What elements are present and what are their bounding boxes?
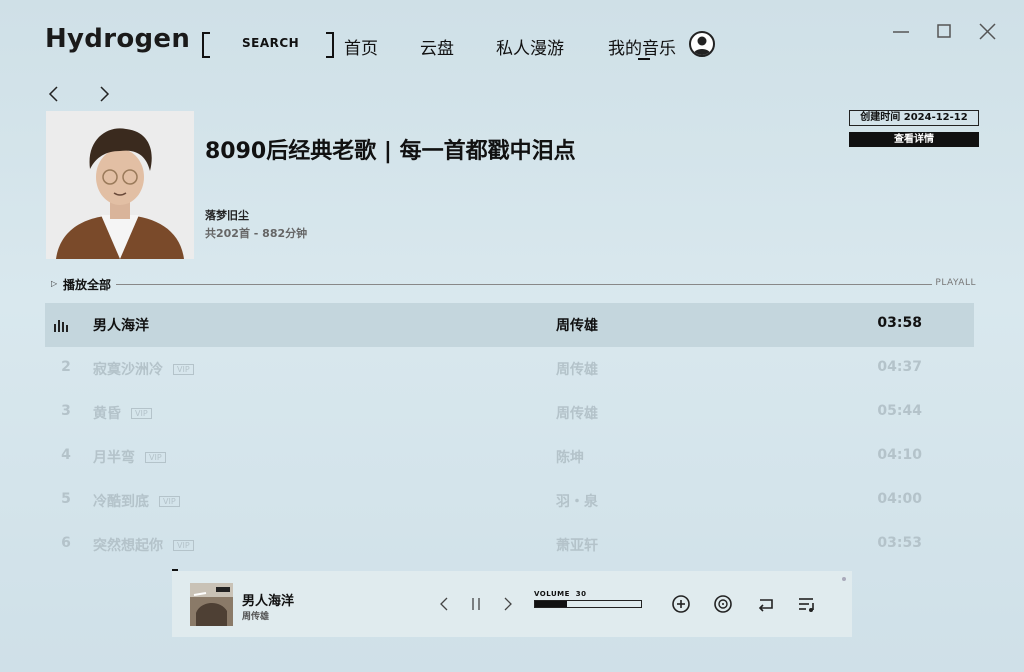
track-title: 月半弯 — [93, 450, 135, 466]
playlist-cover — [46, 111, 194, 259]
chevron-right-icon[interactable] — [94, 82, 114, 106]
progress-marker — [172, 569, 178, 571]
now-playing-artist[interactable]: 周传雄 — [242, 609, 269, 622]
view-details-button[interactable]: 查看详情 — [849, 132, 979, 147]
volume-value: 30 — [575, 590, 587, 598]
vip-badge: VIP — [173, 364, 194, 375]
track-title: 突然想起你 — [93, 538, 163, 554]
play-all-bar[interactable]: ▷ 播放全部 PLAYALL — [46, 276, 976, 292]
track-row[interactable]: 3 黄昏 VIP 周传雄 05:44 — [45, 391, 974, 435]
volume-fill — [535, 601, 567, 607]
divider — [116, 284, 932, 285]
playlist-creator[interactable]: 落梦旧尘 — [205, 207, 249, 223]
search-label: SEARCH — [242, 36, 300, 50]
track-artist[interactable]: 萧亚轩 — [556, 535, 598, 555]
nav-home[interactable]: 首页 — [344, 34, 378, 59]
volume-slider[interactable] — [534, 600, 642, 608]
user-avatar-icon[interactable] — [689, 31, 715, 57]
play-all-label[interactable]: 播放全部 — [63, 276, 111, 293]
search-bracket-right — [326, 32, 334, 58]
volume-label: VOLUME 30 — [534, 590, 587, 598]
playlist-title: 8090后经典老歌 | 每一首都戳中泪点 — [205, 139, 576, 164]
add-icon[interactable] — [670, 593, 692, 615]
equalizer-icon — [54, 320, 68, 332]
track-number: 5 — [61, 491, 71, 507]
nav-my-music[interactable]: 我的音乐 — [608, 34, 676, 60]
pause-icon[interactable] — [467, 595, 485, 613]
vip-badge: VIP — [173, 540, 194, 551]
track-duration: 04:37 — [877, 359, 922, 375]
track-row[interactable]: 2 寂寞沙洲冷 VIP 周传雄 04:37 — [45, 347, 974, 391]
created-date-badge: 创建时间 2024-12-12 — [849, 110, 979, 126]
search-button[interactable]: SEARCH — [202, 32, 334, 58]
playlist-stats: 共202首 - 882分钟 — [205, 227, 308, 240]
track-artist[interactable]: 羽・泉 — [556, 491, 598, 511]
close-icon[interactable] — [976, 20, 1000, 44]
track-duration: 04:10 — [877, 447, 922, 463]
track-artist[interactable]: 周传雄 — [556, 315, 598, 335]
now-playing-title: 男人海洋 — [242, 594, 295, 609]
track-duration: 03:53 — [877, 535, 922, 551]
app-logo: Hydrogen — [45, 24, 191, 54]
nav-roaming[interactable]: 私人漫游 — [496, 34, 564, 59]
track-title: 黄昏 — [93, 406, 121, 422]
player-dot — [842, 577, 846, 581]
previous-icon[interactable] — [435, 595, 453, 613]
track-title: 男人海洋 — [93, 318, 149, 334]
track-title: 寂寞沙洲冷 — [93, 362, 163, 378]
repeat-icon[interactable] — [754, 593, 776, 615]
play-triangle-icon: ▷ — [51, 279, 58, 288]
chevron-left-icon[interactable] — [44, 82, 64, 106]
play-all-en-label: PLAYALL — [935, 278, 976, 288]
track-artist[interactable]: 周传雄 — [556, 359, 598, 379]
track-title: 冷酷到底 — [93, 494, 149, 510]
track-duration: 04:00 — [877, 491, 922, 507]
search-bracket-left — [202, 32, 210, 58]
track-row[interactable]: 5 冷酷到底 VIP 羽・泉 04:00 — [45, 479, 974, 523]
track-row[interactable]: 4 月半弯 VIP 陈坤 04:10 — [45, 435, 974, 479]
disc-icon[interactable] — [712, 593, 734, 615]
vip-badge: VIP — [159, 496, 180, 507]
vip-badge: VIP — [131, 408, 152, 419]
track-duration: 05:44 — [877, 403, 922, 419]
track-number: 4 — [61, 447, 71, 463]
track-number: 3 — [61, 403, 71, 419]
next-icon[interactable] — [499, 595, 517, 613]
player-bar: 男人海洋 周传雄 VOLUME 30 — [172, 569, 852, 637]
vip-badge: VIP — [145, 452, 166, 463]
track-row[interactable]: 6 突然想起你 VIP 萧亚轩 03:53 — [45, 523, 974, 567]
minimize-icon[interactable] — [890, 20, 914, 44]
track-artist[interactable]: 周传雄 — [556, 403, 598, 423]
track-row-current[interactable]: 男人海洋 周传雄 03:58 — [45, 303, 974, 347]
track-duration: 03:58 — [877, 315, 922, 331]
track-number: 6 — [61, 535, 71, 551]
track-number: 2 — [61, 359, 71, 375]
nav-cloud[interactable]: 云盘 — [420, 34, 454, 59]
maximize-icon[interactable] — [934, 20, 958, 44]
playlist-icon[interactable] — [796, 593, 818, 615]
track-artist[interactable]: 陈坤 — [556, 447, 584, 467]
now-playing-cover[interactable] — [190, 583, 233, 626]
